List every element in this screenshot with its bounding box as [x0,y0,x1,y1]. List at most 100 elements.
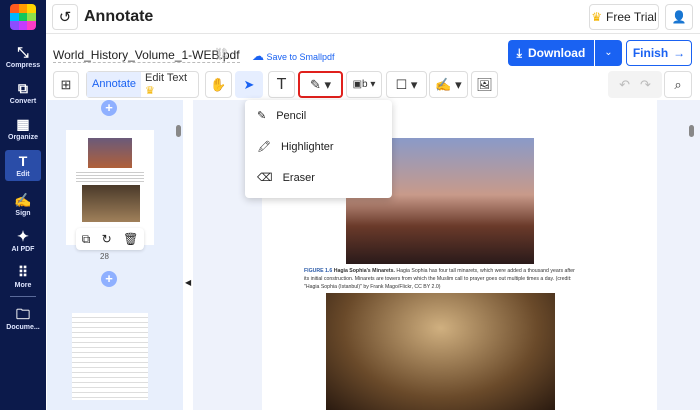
add-page-button[interactable]: + [101,271,117,287]
mode-switch: Annotate Edit Text ♛ [86,71,199,98]
folder-icon: 🗀 [16,306,30,322]
label: More [14,282,32,289]
pencil-icon: ✎ ▾ [309,76,332,92]
label: Edit [16,171,30,178]
caret-left-icon: ◀ [185,278,192,287]
grid-icon: ⠿ [17,264,29,280]
search-button[interactable]: ⌕ [664,71,692,98]
text-icon: T [276,75,287,93]
trash-icon[interactable]: 🗑 [123,232,138,246]
undo-icon[interactable]: ↶ [619,77,630,93]
link-off-icon: ⛓ [214,47,230,61]
label: Download [527,46,586,60]
divider [10,296,36,297]
undo-arrow-icon: ↺ [58,9,72,26]
convert-icon: ⧉ [18,80,28,96]
label: Organize [8,134,38,141]
label: Pencil [276,109,307,122]
thumbnail-text [76,172,144,182]
crown-icon: ♛ [145,85,155,97]
menu-item-eraser[interactable]: ⌫ Eraser [245,162,392,193]
crown-icon: ♛ [591,10,603,24]
label: Compress [5,62,41,69]
sidebar-item-sign[interactable]: ✍ Sign [0,192,46,217]
document-scrollbar[interactable] [689,125,694,137]
label: Convert [9,98,37,105]
hand-tool[interactable]: ✋ [205,71,232,98]
label: AI PDF [11,246,35,253]
select-tool[interactable]: ➤ [235,71,263,98]
free-trial-button[interactable]: ♛ Free Trial [589,4,659,30]
sidebar-item-compress[interactable]: ⤡ Compress [0,44,46,69]
thumbnail-scrollbar[interactable] [176,125,181,137]
back-button[interactable]: ↺ [52,4,78,30]
sidebar-item-organize[interactable]: ▦ Organize [0,116,46,141]
plus-icon: + [105,271,113,286]
figure-caption: FIGURE 1.6 Hagia Sophia's Minarets. Hagi… [304,267,579,291]
download-options-button[interactable]: ⌄ [595,40,622,66]
smallpdf-logo[interactable] [10,4,36,30]
thumbnail-actions: ⧉ ↻ 🗑 [76,228,144,250]
shape-tool[interactable]: ☐ ▾ [386,71,427,98]
compress-icon: ⤡ [17,44,29,60]
highlighter-icon: 🖍 [257,141,271,153]
page-title: Annotate [84,8,154,25]
plus-icon: + [105,100,113,115]
label: Sign [15,210,31,217]
search-icon: ⌕ [674,76,682,92]
page-thumbnail[interactable] [66,303,154,410]
label: Edit Text [145,72,188,84]
duplicate-icon[interactable]: ⧉ [82,232,91,247]
sidebar-item-edit[interactable]: T Edit [5,150,41,181]
account-button[interactable]: 👤 [665,4,693,30]
tab-annotate[interactable]: Annotate [87,72,142,97]
text-icon: T [18,153,28,169]
cursor-icon: ➤ [243,76,255,92]
thumbnails-toggle[interactable]: ⊞ [53,71,79,98]
label: Finish [632,46,669,60]
label: Eraser [282,171,315,184]
save-to-smallpdf-link[interactable]: ☁ Save to Smallpdf [252,49,335,63]
square-icon: ☐ ▾ [395,76,418,92]
menu-item-highlighter[interactable]: 🖍 Highlighter [245,131,392,162]
grid-icon: ⊞ [60,76,72,92]
tab-edit-text[interactable]: Edit Text ♛ [141,72,198,97]
thumbnail-image [82,185,140,222]
rotate-icon[interactable]: ↻ [102,232,112,246]
organize-icon: ▦ [16,116,30,132]
pencil-icon: ✎ [257,110,267,122]
add-page-button[interactable]: + [101,100,117,116]
sidebar-item-documents[interactable]: 🗀 Docume... [0,306,46,331]
redo-icon[interactable]: ↷ [640,77,651,93]
sparkle-icon: ✦ [17,228,29,244]
sidebar-item-ai-pdf[interactable]: ✦ AI PDF [0,228,46,253]
download-button[interactable]: ⤓ Download [508,40,594,66]
signature-icon: ✍ [14,192,32,208]
hand-icon: ✋ [210,76,227,92]
collapse-panel-handle[interactable]: ◀ [183,100,193,410]
finish-button[interactable]: Finish → [626,40,692,66]
hagia-sophia-interior-photo [326,293,555,410]
user-icon: 👤 [671,10,687,24]
pencil-dropdown-menu: ✎ Pencil 🖍 Highlighter ⌫ Eraser [245,100,392,198]
page-number: 28 [100,252,109,261]
menu-item-pencil[interactable]: ✎ Pencil [245,100,392,131]
sidebar-item-convert[interactable]: ⧉ Convert [0,80,46,105]
cloud-icon: ☁ [252,49,264,63]
pencil-tool[interactable]: ✎ ▾ [298,71,343,98]
text-tool[interactable]: T [268,71,295,98]
sidebar-item-more[interactable]: ⠿ More [0,264,46,289]
signature-icon: ✍ ▾ [435,76,462,92]
label: Docume... [6,324,40,331]
caption-label: FIGURE 1.6 [304,268,333,274]
caption-title: Hagia Sophia's Minarets. [333,268,395,274]
chevron-down-icon: ⌄ [604,47,613,58]
history-controls: ↶ ↷ [608,71,662,98]
label: Free Trial [606,10,657,24]
filename[interactable]: World_History_Volume_1-WEB.pdf [53,48,240,63]
signature-tool[interactable]: ✍ ▾ [429,71,468,98]
thumbnail-image [88,138,132,168]
image-tool[interactable]: 🖼 [471,71,498,98]
text-box-tool[interactable]: ▣b ▾ [346,71,382,98]
label: Highlighter [280,140,334,153]
